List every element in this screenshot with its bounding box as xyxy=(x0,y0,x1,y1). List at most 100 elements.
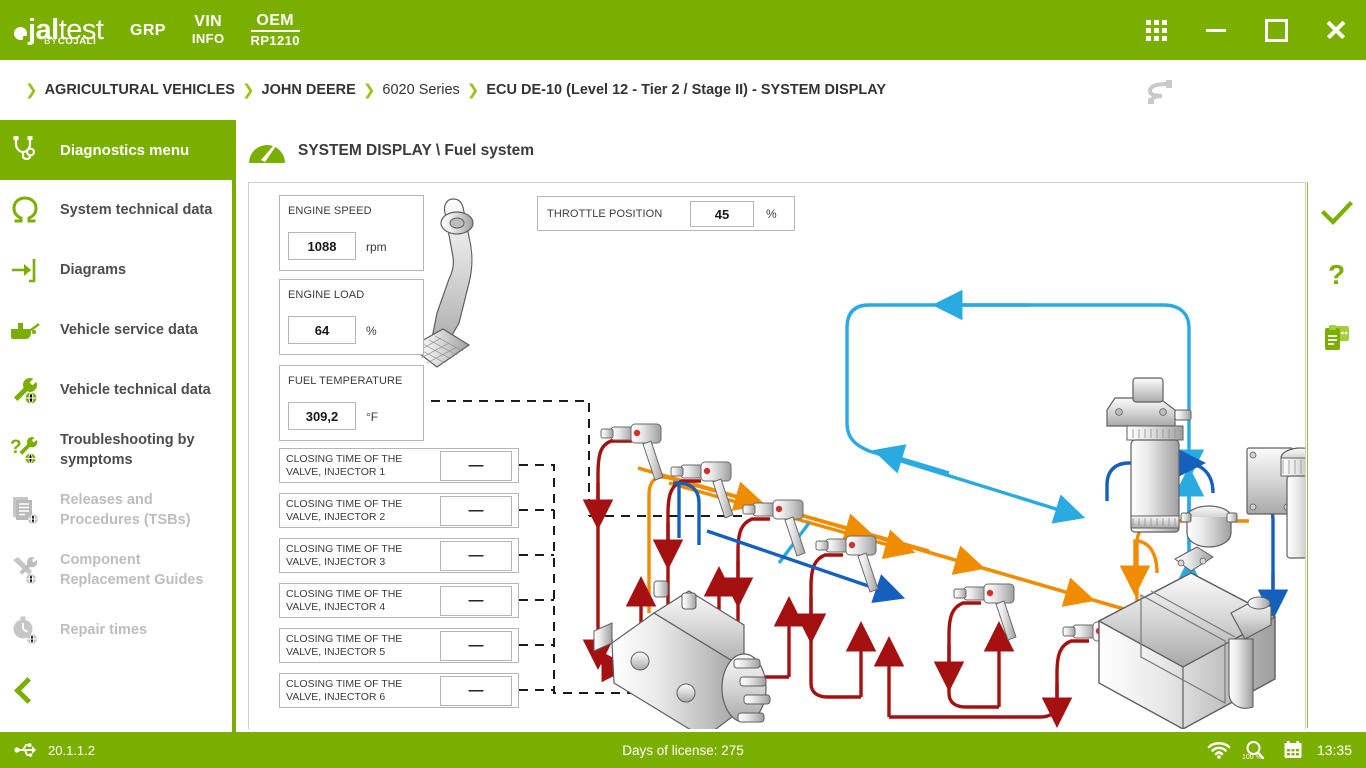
sidebar-item-label: Releases and Procedures (TSBs) xyxy=(60,490,236,530)
injector-value: — xyxy=(440,676,512,706)
maximize-icon xyxy=(1265,19,1288,42)
engine-load-value: 64 xyxy=(288,316,356,344)
svg-text:?: ? xyxy=(10,437,22,458)
chevron-right-icon: ❯ xyxy=(25,81,38,99)
zoom-level-label: 100 % xyxy=(1242,754,1262,761)
injector-label: CLOSING TIME OF THE VALVE, INJECTOR 6 xyxy=(286,678,436,704)
engine-speed-label: ENGINE SPEED xyxy=(288,205,372,217)
breadcrumb-item-3[interactable]: 6020 Series xyxy=(382,82,459,98)
throttle-position-label: THROTTLE POSITION xyxy=(547,208,662,220)
sidebar-item-label: System technical data xyxy=(60,200,220,220)
engine-load-box: ENGINE LOAD 64 % xyxy=(279,279,424,355)
report-button[interactable] xyxy=(1308,306,1366,368)
injection-pump xyxy=(594,581,770,729)
injector-label: CLOSING TIME OF THE VALVE, INJECTOR 2 xyxy=(286,498,436,524)
injector-row: CLOSING TIME OF THE VALVE, INJECTOR 2 — xyxy=(279,493,519,528)
clock-label: 13:35 xyxy=(1317,742,1352,758)
diagram-arrow-icon xyxy=(0,257,50,283)
stopwatch-globe-icon xyxy=(0,615,50,645)
nav-vin-info[interactable]: VIN INFO xyxy=(192,13,225,47)
engine-speed-box: ENGINE SPEED 1088 rpm xyxy=(279,195,424,271)
fuel-temperature-label: FUEL TEMPERATURE xyxy=(288,375,402,387)
sidebar-item-label: Vehicle technical data xyxy=(60,380,219,400)
sidebar-item-troubleshooting-by-symptoms[interactable]: ? Troubleshooting by symptoms xyxy=(0,420,236,480)
sidebar-item-label: Diagrams xyxy=(60,260,134,280)
sidebar-back-button[interactable] xyxy=(0,660,236,720)
sidebar-item-repair-times: Repair times xyxy=(0,600,236,660)
logo-dot-icon xyxy=(14,27,27,40)
breadcrumb-item-4[interactable]: ECU DE-10 (Level 12 - Tier 2 / Stage II)… xyxy=(486,82,886,98)
breadcrumb-bar: ❯ AGRICULTURAL VEHICLES ❯ JOHN DEERE ❯ 6… xyxy=(0,60,1366,121)
top-navigation: GRP VIN INFO OEM RP1210 xyxy=(130,0,300,60)
engine-load-label: ENGINE LOAD xyxy=(288,289,364,301)
injector-value: — xyxy=(440,631,512,661)
nav-grp[interactable]: GRP xyxy=(130,22,166,39)
calendar-icon xyxy=(1283,740,1303,760)
sidebar-item-releases-and-procedures: Releases and Procedures (TSBs) xyxy=(0,480,236,540)
fuel-system-diagram: ENGINE SPEED 1088 rpm ENGINE LOAD 64 % F… xyxy=(248,182,1306,729)
sidebar-item-label: Repair times xyxy=(60,620,155,640)
sidebar: Diagnostics menu System technical data D… xyxy=(0,120,236,732)
status-bar: 20.1.1.2 Days of license: 275 100 % xyxy=(0,732,1366,768)
injector-value: — xyxy=(440,586,512,616)
nav-oem-rp1210[interactable]: OEM RP1210 xyxy=(251,12,300,49)
secondary-filter xyxy=(1247,448,1306,558)
sidebar-item-vehicle-service-data[interactable]: Vehicle service data xyxy=(0,300,236,360)
injector-row: CLOSING TIME OF THE VALVE, INJECTOR 3 — xyxy=(279,538,519,573)
injector-value: — xyxy=(440,541,512,571)
tools-globe-icon xyxy=(0,555,50,585)
right-toolbar: ? xyxy=(1307,182,1366,728)
throttle-position-box: THROTTLE POSITION 45 % xyxy=(537,196,795,231)
connection-cable-icon[interactable] xyxy=(1136,74,1180,106)
confirm-check-icon xyxy=(1322,201,1352,225)
window-controls xyxy=(1126,0,1366,60)
apps-grid-icon xyxy=(1146,20,1167,41)
sidebar-item-label: Component Replacement Guides xyxy=(60,550,236,590)
chevron-right-icon: ❯ xyxy=(242,81,255,99)
close-icon xyxy=(1325,19,1347,41)
wifi-icon xyxy=(1207,741,1231,759)
sidebar-item-diagrams[interactable]: Diagrams xyxy=(0,240,236,300)
chevron-right-icon: ❯ xyxy=(467,81,480,99)
sidebar-item-component-replacement-guides: Component Replacement Guides xyxy=(0,540,236,600)
breadcrumb: ❯ AGRICULTURAL VEHICLES ❯ JOHN DEERE ❯ 6… xyxy=(18,60,886,120)
sidebar-header-label: Diagnostics menu xyxy=(60,142,189,159)
injector-row: CLOSING TIME OF THE VALVE, INJECTOR 5 — xyxy=(279,628,519,663)
confirm-button[interactable] xyxy=(1308,182,1366,244)
fuel-tank xyxy=(1099,573,1275,729)
close-button[interactable] xyxy=(1306,0,1366,60)
question-wrench-icon: ? xyxy=(0,435,50,465)
throttle-position-unit: % xyxy=(766,207,777,221)
hand-primer-pump xyxy=(1175,506,1237,571)
license-label: Days of license: 275 xyxy=(622,743,744,758)
injector-label: CLOSING TIME OF THE VALVE, INJECTOR 1 xyxy=(286,453,436,479)
minimize-button[interactable] xyxy=(1186,0,1246,60)
injector-row: CLOSING TIME OF THE VALVE, INJECTOR 1 — xyxy=(279,448,519,483)
sidebar-item-label: Troubleshooting by symptoms xyxy=(60,430,236,470)
engine-speed-unit: rpm xyxy=(366,240,387,254)
engine-load-unit: % xyxy=(366,324,377,338)
throttle-position-value: 45 xyxy=(690,201,754,227)
page-title: SYSTEM DISPLAY \ Fuel system xyxy=(298,142,534,160)
status-center: Days of license: 275 xyxy=(0,732,1366,768)
breadcrumb-item-1[interactable]: AGRICULTURAL VEHICLES xyxy=(45,82,235,98)
breadcrumb-item-2[interactable]: JOHN DEERE xyxy=(262,82,356,98)
sidebar-item-system-technical-data[interactable]: System technical data xyxy=(0,180,236,240)
maximize-button[interactable] xyxy=(1246,0,1306,60)
chevron-left-icon xyxy=(14,677,41,704)
injector-label: CLOSING TIME OF THE VALVE, INJECTOR 5 xyxy=(286,633,436,659)
injector-label: CLOSING TIME OF THE VALVE, INJECTOR 4 xyxy=(286,588,436,614)
zoom-level-control[interactable]: 100 % xyxy=(1245,740,1269,760)
fuel-temperature-unit: °F xyxy=(366,410,378,424)
documents-globe-icon xyxy=(0,495,50,525)
sidebar-item-vehicle-technical-data[interactable]: Vehicle technical data xyxy=(0,360,236,420)
apps-grid-button[interactable] xyxy=(1126,0,1186,60)
injector-value: — xyxy=(440,451,512,481)
application-window: jaltest BYCOJALI GRP VIN INFO OEM RP1210 xyxy=(0,0,1366,768)
title-bar: jaltest BYCOJALI GRP VIN INFO OEM RP1210 xyxy=(0,0,1366,60)
wrench-globe-icon xyxy=(0,375,50,405)
help-button[interactable]: ? xyxy=(1308,244,1366,306)
injector-row: CLOSING TIME OF THE VALVE, INJECTOR 6 — xyxy=(279,673,519,708)
gauge-icon xyxy=(248,138,286,164)
sidebar-item-diagnostics-menu[interactable]: Diagnostics menu xyxy=(0,120,236,180)
